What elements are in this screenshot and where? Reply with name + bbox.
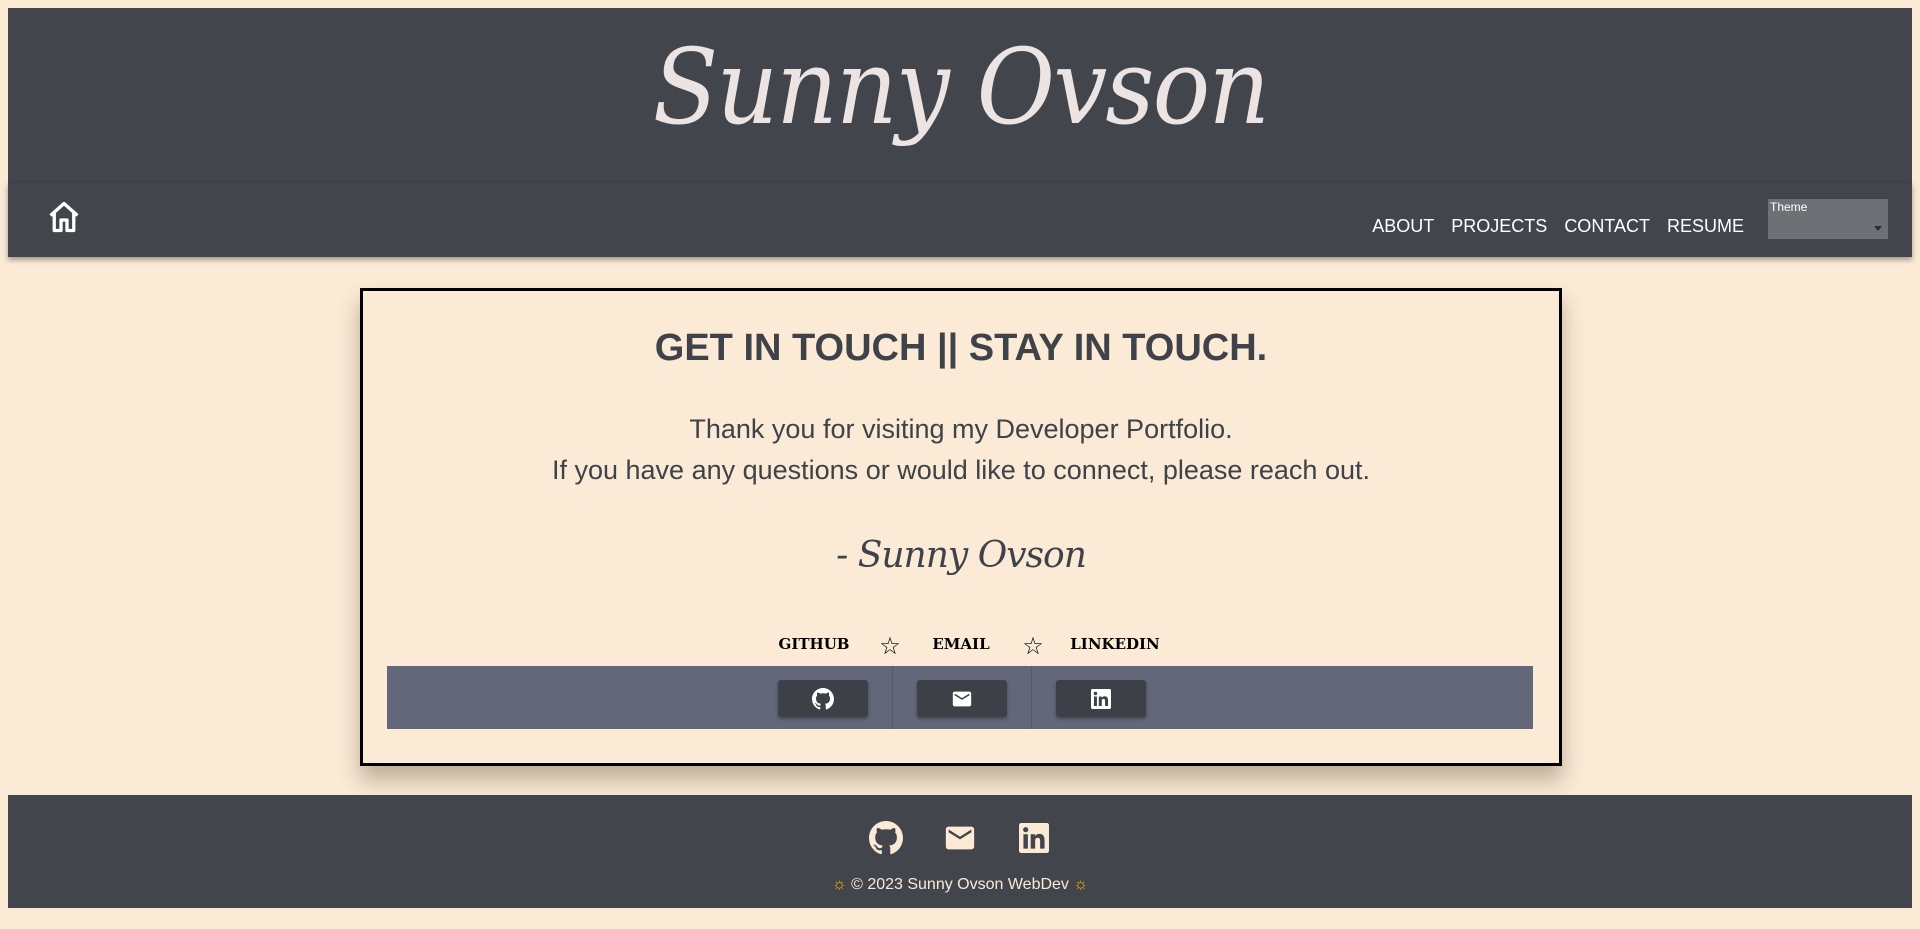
theme-select[interactable]: Theme	[1768, 199, 1888, 239]
contact-title: GET IN TOUCH || STAY IN TOUCH.	[654, 327, 1268, 369]
theme-label: Theme	[1770, 200, 1808, 214]
page: Sunny Ovson ABOUT PROJECTS CONTACT RESUM…	[0, 0, 1920, 929]
copyright: ☼ © 2023 Sunny Ovson WebDev ☼	[8, 876, 1912, 894]
chevron-down-icon	[1874, 226, 1882, 231]
linkedin-button[interactable]	[1056, 680, 1146, 717]
nav-link-projects[interactable]: PROJECTS	[1451, 216, 1547, 237]
reach-out-text: If you have any questions or would like …	[551, 455, 1370, 485]
social-bar	[387, 666, 1533, 729]
linkedin-icon[interactable]	[1017, 821, 1051, 855]
site-header: Sunny Ovson	[8, 8, 1912, 182]
sun-icon: ☼	[1073, 876, 1089, 893]
thank-you-text: Thank you for visiting my Developer Port…	[689, 414, 1233, 444]
github-label: GITHUB	[778, 635, 850, 653]
nav-link-about[interactable]: ABOUT	[1372, 216, 1434, 237]
star-icon: ☆	[879, 633, 901, 660]
site-title: Sunny Ovson	[652, 26, 1269, 148]
site-footer: ☼ © 2023 Sunny Ovson WebDev ☼	[8, 795, 1912, 908]
mail-icon	[952, 691, 972, 706]
contact-card: GET IN TOUCH || STAY IN TOUCH. Thank you…	[360, 288, 1562, 766]
github-icon[interactable]	[869, 821, 903, 855]
copyright-text: © 2023 Sunny Ovson WebDev	[851, 876, 1069, 893]
bar-divider	[892, 666, 893, 729]
linkedin-label: LINKEDIN	[1070, 635, 1160, 653]
navbar: ABOUT PROJECTS CONTACT RESUME Theme	[8, 182, 1912, 257]
email-label: EMAIL	[932, 635, 990, 653]
signature: - Sunny Ovson	[836, 535, 1087, 576]
linkedin-icon	[1091, 688, 1111, 709]
nav-link-resume[interactable]: RESUME	[1667, 216, 1744, 237]
nav-links: ABOUT PROJECTS CONTACT RESUME	[1372, 216, 1744, 237]
home-icon[interactable]	[46, 199, 82, 235]
github-button[interactable]	[778, 680, 868, 717]
footer-social-icons	[8, 821, 1912, 855]
star-icon: ☆	[1022, 633, 1044, 660]
nav-link-contact[interactable]: CONTACT	[1564, 216, 1650, 237]
github-icon	[812, 687, 834, 709]
social-labels: GITHUB ☆ EMAIL ☆ LINKEDIN	[363, 633, 1559, 661]
bar-divider	[1031, 666, 1032, 729]
sun-icon: ☼	[831, 876, 847, 893]
email-button[interactable]	[917, 680, 1007, 717]
mail-icon[interactable]	[943, 821, 977, 855]
